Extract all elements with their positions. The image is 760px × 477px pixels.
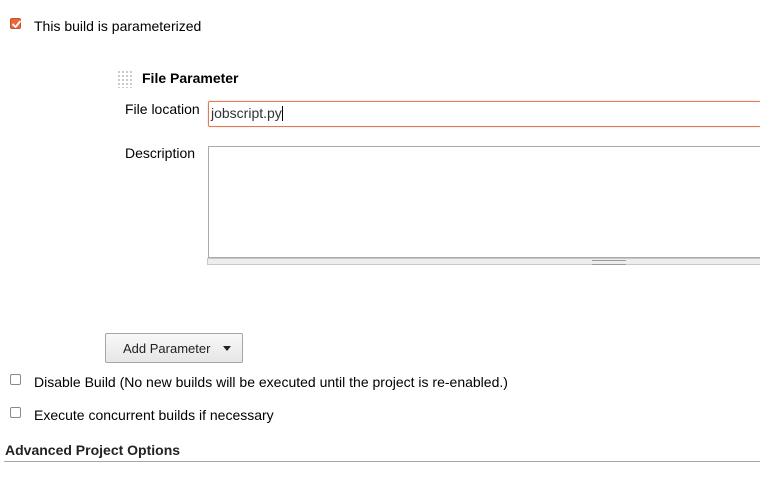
file-location-input[interactable]: jobscript.py: [208, 101, 760, 127]
advanced-project-options-heading: Advanced Project Options: [5, 442, 181, 458]
section-divider: [4, 461, 760, 462]
concurrent-builds-label: Execute concurrent builds if necessary: [34, 407, 274, 423]
description-label: Description: [125, 145, 196, 161]
concurrent-builds-checkbox[interactable]: [10, 407, 21, 418]
add-parameter-label: Add Parameter: [123, 341, 211, 356]
disable-build-checkbox[interactable]: [10, 374, 21, 385]
parameterized-label: This build is parameterized: [34, 18, 202, 34]
parameterized-checkbox[interactable]: [10, 18, 21, 29]
description-textarea[interactable]: [208, 146, 760, 258]
dropdown-arrow-icon: [223, 346, 231, 351]
file-location-label: File location: [125, 101, 200, 117]
file-parameter-title: File Parameter: [142, 70, 239, 86]
drag-handle-icon[interactable]: [117, 70, 133, 88]
resize-grip-icon: [592, 260, 626, 265]
checkmark-icon: [12, 20, 21, 28]
file-location-value: jobscript.py: [211, 105, 282, 121]
text-caret: [281, 106, 283, 121]
textarea-resize-handle[interactable]: [207, 258, 760, 265]
disable-build-label: Disable Build (No new builds will be exe…: [34, 374, 508, 390]
add-parameter-button[interactable]: Add Parameter: [105, 333, 243, 363]
